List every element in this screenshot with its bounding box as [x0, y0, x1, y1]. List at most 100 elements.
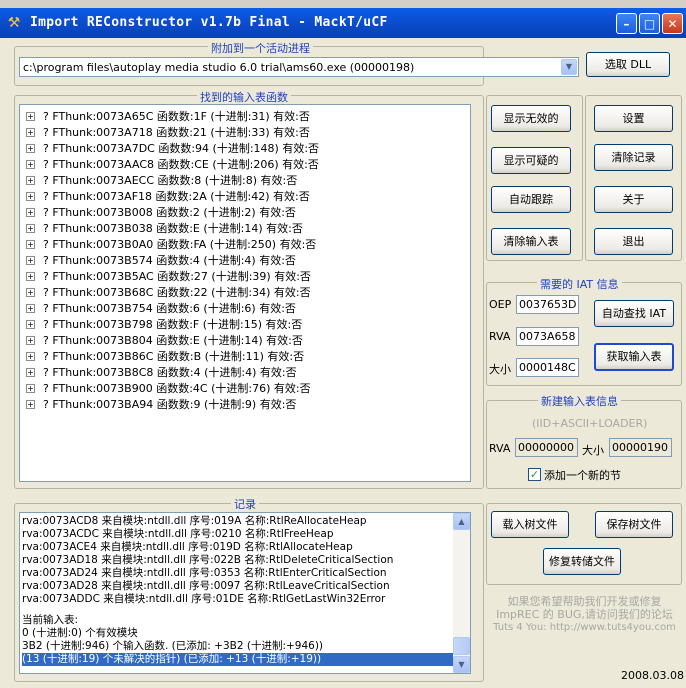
expand-icon[interactable]: +	[26, 112, 35, 121]
auto-trace-button[interactable]: 自动跟踪	[491, 186, 571, 213]
window-title: Import REConstructor v1.7b Final - MackT…	[30, 15, 388, 30]
expand-icon[interactable]: +	[26, 224, 35, 233]
forum-note-line2: ImpREC 的 BUG,请访问我们的论坛	[496, 608, 673, 621]
log-line[interactable]: 0 (十进制:0) 个有效模块	[22, 627, 138, 640]
about-button[interactable]: 关于	[594, 186, 673, 213]
tree-row[interactable]: + ? FThunk:0073B0A0 函数数:FA (十进制:250) 有效:否	[26, 236, 316, 252]
title-bar[interactable]: ⚒ Import REConstructor v1.7b Final - Mac…	[0, 8, 686, 38]
expand-icon[interactable]: +	[26, 176, 35, 185]
tree-row[interactable]: + ? FThunk:0073A65C 函数数:1F (十进制:31) 有效:否	[26, 108, 310, 124]
load-tree-button[interactable]: 载入树文件	[491, 511, 569, 538]
oep-field[interactable]: 0037653D	[516, 295, 579, 314]
close-button[interactable]: ✕	[662, 13, 683, 34]
add-section-label: 添加一个新的节	[544, 469, 621, 482]
expand-icon[interactable]: +	[26, 256, 35, 265]
tree-row-label: ? FThunk:0073B5AC 函数数:27 (十进制:39) 有效:否	[43, 270, 311, 283]
tree-row[interactable]: + ? FThunk:0073B804 函数数:E (十进制:14) 有效:否	[26, 332, 303, 348]
exit-button[interactable]: 退出	[594, 228, 673, 255]
tree-row[interactable]: + ? FThunk:0073BA94 函数数:9 (十进制:9) 有效:否	[26, 396, 296, 412]
rva-label: RVA	[489, 330, 511, 343]
clear-log-button[interactable]: 清除记录	[594, 144, 673, 171]
options-button[interactable]: 设置	[594, 105, 673, 132]
log-line[interactable]: 当前输入表:	[22, 614, 78, 627]
forum-note-line3: Tuts 4 You: http://www.tuts4you.com	[493, 622, 676, 633]
main-window: ⚒ Import REConstructor v1.7b Final - Mac…	[0, 0, 686, 688]
scroll-thumb[interactable]	[453, 637, 470, 655]
tree-row-label: ? FThunk:0073AAC8 函数数:CE (十进制:206) 有效:否	[43, 158, 319, 171]
log-line[interactable]: 3B2 (十进制:946) 个输入函数. (已添加: +3B2 (十进制:+94…	[22, 640, 323, 653]
clear-imports-button[interactable]: 清除输入表	[491, 228, 571, 255]
tree-row-label: ? FThunk:0073BA94 函数数:9 (十进制:9) 有效:否	[43, 398, 297, 411]
tree-row-label: ? FThunk:0073A718 函数数:21 (十进制:33) 有效:否	[43, 126, 310, 139]
expand-icon[interactable]: +	[26, 400, 35, 409]
tree-row[interactable]: + ? FThunk:0073B5AC 函数数:27 (十进制:39) 有效:否	[26, 268, 311, 284]
log-list[interactable]: rva:0073ACD8 来自模块:ntdll.dll 序号:019A 名称:R…	[19, 512, 471, 674]
chevron-down-icon[interactable]: ▼	[561, 59, 577, 75]
iat-autosearch-button[interactable]: 自动查找 IAT	[594, 300, 674, 327]
log-line[interactable]: rva:0073ACE4 来自模块:ntdll.dll 序号:019D 名称:R…	[22, 541, 353, 554]
get-imports-button[interactable]: 获取输入表	[594, 343, 674, 371]
tree-row[interactable]: + ? FThunk:0073B038 函数数:E (十进制:14) 有效:否	[26, 220, 303, 236]
expand-icon[interactable]: +	[26, 288, 35, 297]
add-section-checkbox[interactable]: ✓	[528, 468, 541, 481]
expand-icon[interactable]: +	[26, 304, 35, 313]
expand-icon[interactable]: +	[26, 320, 35, 329]
tree-row[interactable]: + ? FThunk:0073AF18 函数数:2A (十进制:42) 有效:否	[26, 188, 310, 204]
process-select[interactable]: c:\program files\autoplay media studio 6…	[19, 57, 579, 77]
tree-row-label: ? FThunk:0073B798 函数数:F (十进制:15) 有效:否	[43, 318, 303, 331]
log-line[interactable]: rva:0073AD28 来自模块:ntdll.dll 序号:0097 名称:R…	[22, 580, 390, 593]
scroll-up-icon[interactable]: ▲	[453, 513, 470, 530]
tree-row[interactable]: + ? FThunk:0073B754 函数数:6 (十进制:6) 有效:否	[26, 300, 296, 316]
show-invalid-button[interactable]: 显示无效的	[491, 105, 571, 132]
expand-icon[interactable]: +	[26, 160, 35, 169]
new-import-size-field[interactable]: 00000190	[609, 438, 672, 457]
expand-icon[interactable]: +	[26, 208, 35, 217]
pick-dll-button[interactable]: 选取 DLL	[586, 52, 670, 77]
tree-row[interactable]: + ? FThunk:0073B68C 函数数:22 (十进制:34) 有效:否	[26, 284, 311, 300]
tree-row[interactable]: + ? FThunk:0073AAC8 函数数:CE (十进制:206) 有效:否	[26, 156, 319, 172]
expand-icon[interactable]: +	[26, 128, 35, 137]
expand-icon[interactable]: +	[26, 272, 35, 281]
attach-group-label: 附加到一个活动进程	[208, 40, 313, 56]
tree-row-label: ? FThunk:0073B574 函数数:4 (十进制:4) 有效:否	[43, 254, 296, 267]
tree-row[interactable]: + ? FThunk:0073B008 函数数:2 (十进制:2) 有效:否	[26, 204, 296, 220]
rva-field[interactable]: 0073A658	[516, 327, 579, 346]
log-line[interactable]: rva:0073ACD8 来自模块:ntdll.dll 序号:019A 名称:R…	[22, 515, 367, 528]
tree-row[interactable]: + ? FThunk:0073B900 函数数:4C (十进制:76) 有效:否	[26, 380, 311, 396]
tree-row[interactable]: + ? FThunk:0073A718 函数数:21 (十进制:33) 有效:否	[26, 124, 310, 140]
expand-icon[interactable]: +	[26, 240, 35, 249]
log-line[interactable]: rva:0073AD18 来自模块:ntdll.dll 序号:022B 名称:R…	[22, 554, 393, 567]
tree-row[interactable]: + ? FThunk:0073A7DC 函数数:94 (十进制:148) 有效:否	[26, 140, 319, 156]
save-tree-button[interactable]: 保存树文件	[595, 511, 673, 538]
imports-tree[interactable]: +? FThunk:0073A65C 函数数:1F (十进制:31) 有效:否 +…	[19, 104, 471, 482]
expand-icon[interactable]: +	[26, 336, 35, 345]
show-suspect-button[interactable]: 显示可疑的	[491, 147, 571, 174]
tree-row[interactable]: + ? FThunk:0073B574 函数数:4 (十进制:4) 有效:否	[26, 252, 296, 268]
expand-icon[interactable]: +	[26, 384, 35, 393]
tree-row[interactable]: + ? FThunk:0073B798 函数数:F (十进制:15) 有效:否	[26, 316, 302, 332]
log-line[interactable]: rva:0073ACDC 来自模块:ntdll.dll 序号:0210 名称:R…	[22, 528, 334, 541]
taskbar-strip	[0, 0, 686, 8]
new-import-rva-field[interactable]: 00000000	[515, 438, 578, 457]
expand-icon[interactable]: +	[26, 368, 35, 377]
tree-row[interactable]: + ? FThunk:0073AECC 函数数:8 (十进制:8) 有效:否	[26, 172, 297, 188]
expand-icon[interactable]: +	[26, 352, 35, 361]
minimize-button[interactable]: –	[616, 13, 637, 34]
expand-icon[interactable]: +	[26, 144, 35, 153]
tree-row-label: ? FThunk:0073A65C 函数数:1F (十进制:31) 有效:否	[43, 110, 310, 123]
log-line[interactable]: rva:0073AD24 来自模块:ntdll.dll 序号:0353 名称:R…	[22, 567, 387, 580]
log-line[interactable]: rva:0073ADDC 来自模块:ntdll.dll 序号:01DE 名称:R…	[22, 593, 385, 606]
iat-info-group-label: 需要的 IAT 信息	[537, 276, 622, 292]
size-field[interactable]: 0000148C	[516, 358, 579, 377]
tree-row[interactable]: + ? FThunk:0073B86C 函数数:B (十进制:11) 有效:否	[26, 348, 304, 364]
new-import-group-label: 新建输入表信息	[538, 393, 621, 409]
log-line[interactable]: (13 (十进制:19) 个未解决的指针) (已添加: +13 (十进制:+19…	[22, 653, 454, 666]
expand-icon[interactable]: +	[26, 192, 35, 201]
fix-dump-button[interactable]: 修复转储文件	[543, 548, 621, 575]
maximize-button[interactable]: □	[639, 13, 660, 34]
log-scrollbar[interactable]: ▲ ▼	[453, 513, 470, 673]
tree-row-label: ? FThunk:0073B008 函数数:2 (十进制:2) 有效:否	[43, 206, 296, 219]
tree-row-label: ? FThunk:0073B86C 函数数:B (十进制:11) 有效:否	[43, 350, 305, 363]
scroll-down-icon[interactable]: ▼	[453, 656, 470, 673]
tree-row[interactable]: + ? FThunk:0073B8C8 函数数:4 (十进制:4) 有效:否	[26, 364, 297, 380]
